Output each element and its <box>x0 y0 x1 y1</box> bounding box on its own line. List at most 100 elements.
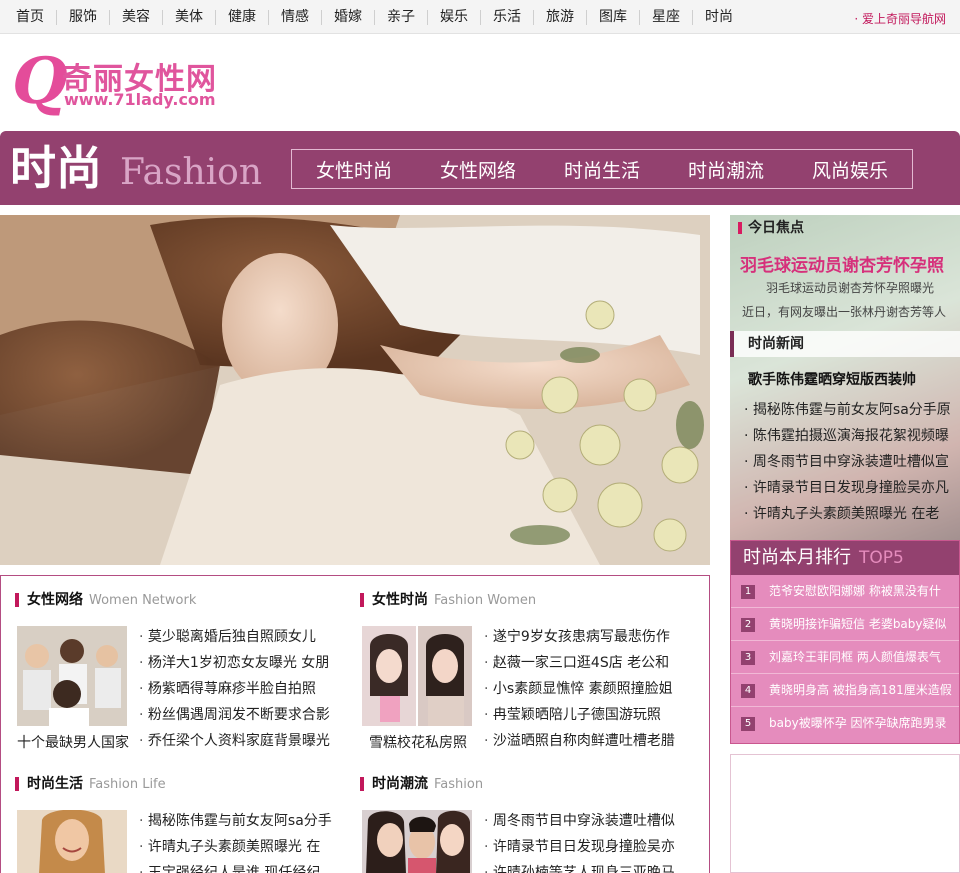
top-nav-item-emotion[interactable]: 情感 <box>269 9 322 25</box>
ranking-header: 时尚本月排行 TOP5 <box>731 541 959 575</box>
couple-photo-icon <box>362 810 472 873</box>
subnav-item-women-network[interactable]: 女性网络 <box>440 156 516 183</box>
top-nav-item-gallery[interactable]: 图库 <box>587 9 640 25</box>
list-item[interactable]: 揭秘陈伟霆与前女友阿sa分手 <box>139 808 335 834</box>
ranking-number: 3 <box>741 651 755 665</box>
list-item[interactable]: 莫少聪离婚后独自照顾女儿 <box>139 624 335 650</box>
news-item[interactable]: · 许晴录节目日发现身撞脸吴亦凡 <box>744 477 949 497</box>
section-fashion-life: 时尚生活 Fashion Life 揭秘陈伟霆与前女友阿sa分手 许晴丸子头素颜美… <box>1 760 341 873</box>
focus-summary-2: 近日，有网友曝出一张林丹谢杏芳等人 <box>742 305 947 319</box>
news-item[interactable]: · 陈伟霆拍摄巡演海报花絮视频曝 <box>744 425 949 445</box>
section-thumbnail[interactable] <box>362 626 472 726</box>
ranking-text: 刘嘉玲王菲同框 两人颜值爆表气 <box>769 650 941 664</box>
top-nav-item-horoscope[interactable]: 星座 <box>640 9 693 25</box>
section-title: 时尚潮流 <box>372 776 428 792</box>
top-nav-item-lohas[interactable]: 乐活 <box>481 9 534 25</box>
section-title-en: Fashion Life <box>89 777 166 792</box>
list-item[interactable]: 周冬雨节目中穿泳装遭吐槽似 <box>484 808 680 834</box>
list-item[interactable]: 冉莹颖晒陪儿子德国游玩照 <box>484 702 680 728</box>
news-item[interactable]: · 周冬雨节目中穿泳装遭吐槽似宣 <box>744 451 949 471</box>
top-nav-item-home[interactable]: 首页 <box>4 9 57 25</box>
section-fashion-women: 女性时尚 Fashion Women 雪糕校花私房照 遂宁9岁女孩患病写最悲伤作 … <box>346 576 686 766</box>
logo-url: www.71lady.com <box>64 90 216 109</box>
section-thumbnail[interactable] <box>17 626 127 726</box>
list-item[interactable]: 许晴录节目日发现身撞脸吴亦 <box>484 834 680 860</box>
people-photo-icon <box>17 626 127 726</box>
channel-banner: 时尚 Fashion 女性时尚 女性网络 时尚生活 时尚潮流 风尚娱乐 <box>0 131 960 205</box>
focus-news-panel: 今日焦点 羽毛球运动员谢杏芳怀孕照 羽毛球运动员谢杏芳怀孕照曝光 近日，有网友曝… <box>730 215 960 547</box>
list-item[interactable]: 小s素颜显憔悴 素颜照撞脸姐 <box>484 676 680 702</box>
section-heading: 女性网络 Women Network <box>15 590 196 610</box>
subnav-item-fashion-trend[interactable]: 时尚潮流 <box>688 156 764 183</box>
list-item[interactable]: 杨洋大1岁初恋女友曝光 女朋 <box>139 650 335 676</box>
ranking-title: 时尚本月排行 <box>743 547 851 568</box>
news-top-link[interactable]: 歌手陈伟霆晒穿短版西装帅 <box>748 369 916 389</box>
section-thumbnail[interactable] <box>17 810 127 873</box>
section-list: 揭秘陈伟霆与前女友阿sa分手 许晴丸子头素颜美照曝光 在 王宝强经纪人是谁 现任… <box>139 808 335 873</box>
top-nav-item-health[interactable]: 健康 <box>216 9 269 25</box>
list-item[interactable]: 乔任梁个人资料家庭背景曝光 <box>139 728 335 754</box>
news-heading-label: 时尚新闻 <box>748 336 804 352</box>
list-item[interactable]: 王宝强经纪人是谁 现任经纪 <box>139 860 335 873</box>
news-item-text: 周冬雨节目中穿泳装遭吐槽似宣 <box>752 454 949 470</box>
smiling-woman-photo-icon <box>17 810 127 873</box>
list-item[interactable]: 许晴丸子头素颜美照曝光 在 <box>139 834 335 860</box>
top-nav-list: 首页 服饰 美容 美体 健康 情感 婚嫁 亲子 娱乐 乐活 旅游 图库 星座 时… <box>4 0 745 34</box>
section-women-network: 女性网络 Women Network 十个最缺男人国家 莫少聪离婚后独自照顾女儿 … <box>1 576 341 766</box>
top-nav-item-entertainment[interactable]: 娱乐 <box>428 9 481 25</box>
focus-headline-link[interactable]: 羽毛球运动员谢杏芳怀孕照 <box>740 251 944 276</box>
subnav-item-fashion-life[interactable]: 时尚生活 <box>564 156 640 183</box>
channel-subnav: 女性时尚 女性网络 时尚生活 时尚潮流 风尚娱乐 <box>291 149 913 189</box>
ranking-item[interactable]: 3 刘嘉玲王菲同框 两人颜值爆表气 <box>731 641 959 674</box>
section-fashion-trend: 时尚潮流 Fashion 周冬雨节目中穿泳装遭吐槽似 许晴录节目日发现身撞脸吴亦 … <box>346 760 686 873</box>
top-nav-item-travel[interactable]: 旅游 <box>534 9 587 25</box>
list-item[interactable]: 沙溢晒照自称肉鲜遭吐槽老腊 <box>484 728 680 754</box>
ranking-item[interactable]: 4 黄晓明身高 被指身高181厘米造假 <box>731 674 959 707</box>
top-nav-item-wedding[interactable]: 婚嫁 <box>322 9 375 25</box>
list-item[interactable]: 杨紫晒得荨麻疹半脸自拍照 <box>139 676 335 702</box>
site-nav-link[interactable]: · 爱上奇丽导航网 <box>854 10 946 27</box>
heading-marker <box>738 222 742 234</box>
top-nav-item-parenting[interactable]: 亲子 <box>375 9 428 25</box>
ranking-number: 5 <box>741 717 755 731</box>
subnav-item-entertainment[interactable]: 风尚娱乐 <box>812 156 888 183</box>
portrait-photo-icon <box>362 626 472 726</box>
hero-photo-illustration <box>0 215 710 565</box>
section-title-en: Fashion <box>434 777 484 792</box>
ranking-text: 范爷安慰欧阳娜娜 称被黑没有什 <box>769 584 941 598</box>
news-item[interactable]: · 许晴丸子头素颜美照曝光 在老 <box>744 503 939 523</box>
top-nav-item-fashion[interactable]: 时尚 <box>693 9 745 25</box>
section-heading: 时尚生活 Fashion Life <box>15 774 166 794</box>
list-item[interactable]: 粉丝偶遇周润发不断要求合影 <box>139 702 335 728</box>
section-title-en: Women Network <box>89 593 197 608</box>
content-sections: 女性网络 Women Network 十个最缺男人国家 莫少聪离婚后独自照顾女儿 … <box>0 575 710 873</box>
section-heading: 女性时尚 Fashion Women <box>360 590 536 610</box>
list-item[interactable]: 许晴孙楠等艺人现身三亚晚马 <box>484 860 680 873</box>
subnav-item-women-fashion[interactable]: 女性时尚 <box>316 156 392 183</box>
section-list: 莫少聪离婚后独自照顾女儿 杨洋大1岁初恋女友曝光 女朋 杨紫晒得荨麻疹半脸自拍照… <box>139 624 335 754</box>
section-title: 时尚生活 <box>27 776 83 792</box>
section-caption[interactable]: 十个最缺男人国家 <box>13 732 133 752</box>
ranking-number: 2 <box>741 618 755 632</box>
focus-heading: 今日焦点 <box>730 215 960 241</box>
ranking-item[interactable]: 1 范爷安慰欧阳娜娜 称被黑没有什 <box>731 575 959 608</box>
top-nav-item-apparel[interactable]: 服饰 <box>57 9 110 25</box>
news-heading: 时尚新闻 <box>730 331 960 357</box>
section-caption[interactable]: 雪糕校花私房照 <box>358 732 478 752</box>
list-item[interactable]: 赵薇一家三口逛4S店 老公和 <box>484 650 680 676</box>
site-logo[interactable]: Q 奇丽女性网 www.71lady.com <box>12 50 222 122</box>
top-nav-item-beauty[interactable]: 美容 <box>110 9 163 25</box>
section-title: 女性时尚 <box>372 592 428 608</box>
ranking-item[interactable]: 2 黄晓明接诈骗短信 老婆baby疑似 <box>731 608 959 641</box>
ranking-item[interactable]: 5 baby被曝怀孕 因怀孕缺席跑男录 <box>731 707 959 740</box>
section-thumbnail[interactable] <box>362 810 472 873</box>
section-title-en: Fashion Women <box>434 593 537 608</box>
ranking-text: 黄晓明接诈骗短信 老婆baby疑似 <box>769 617 947 631</box>
focus-summary-1: 羽毛球运动员谢杏芳怀孕照曝光 <box>766 281 935 295</box>
hero-slideshow-image[interactable] <box>0 215 710 565</box>
ranking-badge: TOP5 <box>859 548 904 568</box>
top-nav-item-body[interactable]: 美体 <box>163 9 216 25</box>
list-item[interactable]: 遂宁9岁女孩患病写最悲伤作 <box>484 624 680 650</box>
ranking-text: baby被曝怀孕 因怀孕缺席跑男录 <box>769 716 947 730</box>
news-item[interactable]: · 揭秘陈伟霆与前女友阿sa分手原 <box>744 399 951 419</box>
